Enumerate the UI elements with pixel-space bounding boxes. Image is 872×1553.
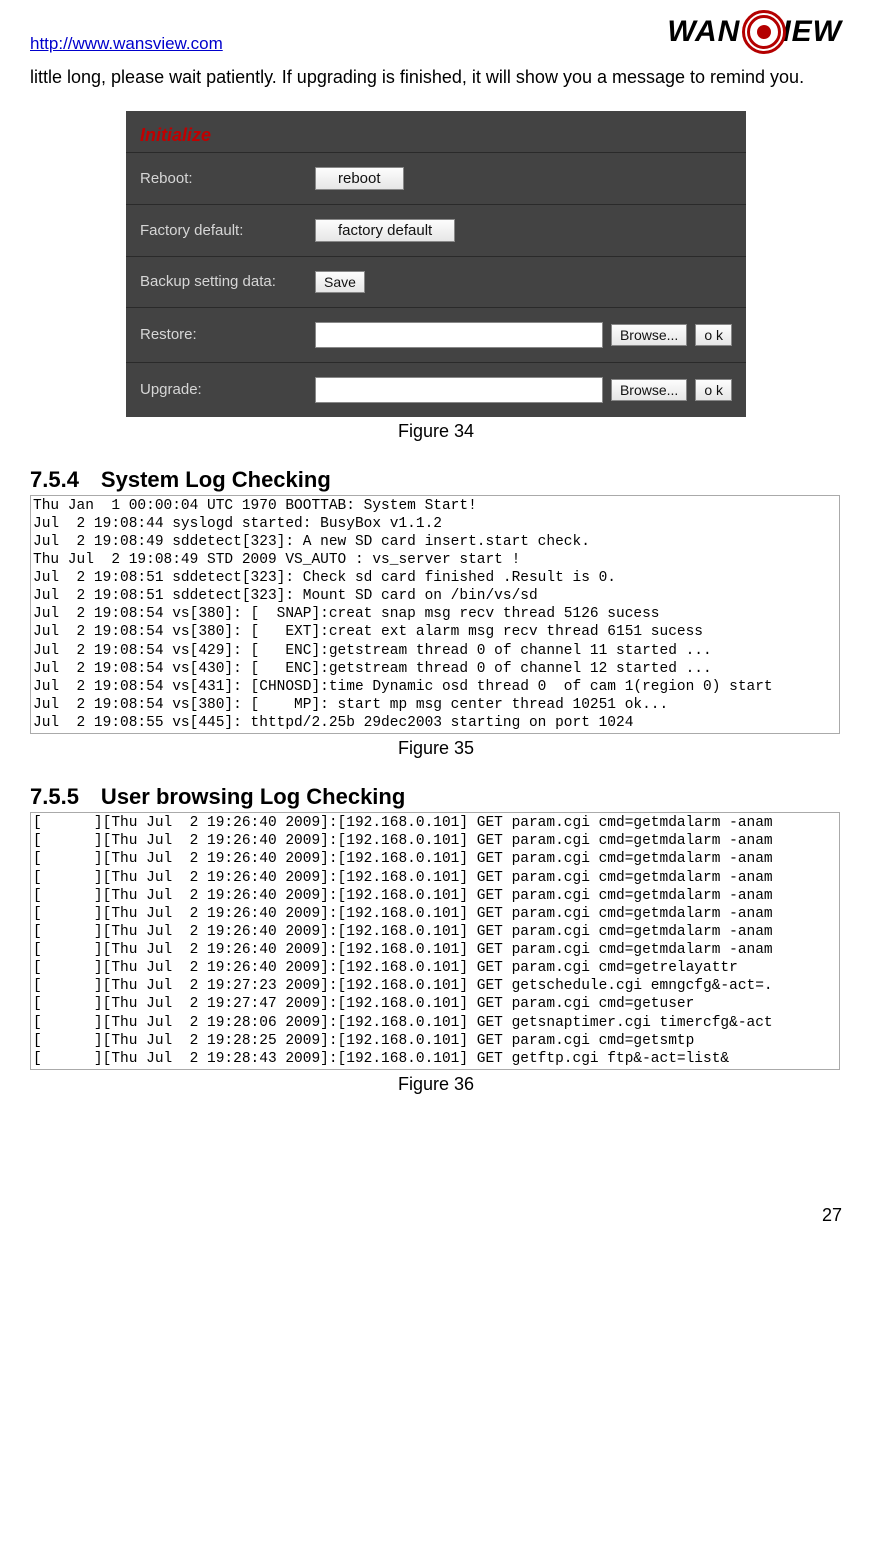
factory-default-label: Factory default:	[140, 222, 315, 239]
logo-text-left: WAN	[667, 15, 740, 49]
upgrade-browse-button[interactable]: Browse...	[611, 379, 687, 401]
intro-paragraph: little long, please wait patiently. If u…	[30, 62, 842, 93]
upgrade-label: Upgrade:	[140, 381, 315, 398]
logo-swirl-icon	[742, 10, 786, 54]
panel-title: Initialize	[140, 125, 211, 146]
figure-34-caption: Figure 34	[30, 421, 842, 442]
upgrade-file-input[interactable]	[315, 377, 603, 403]
initialize-panel-screenshot: Initialize Reboot: reboot Factory defaul…	[126, 111, 746, 417]
logo-text-right: IEW	[782, 15, 842, 49]
restore-browse-button[interactable]: Browse...	[611, 324, 687, 346]
header-url-link[interactable]: http://www.wansview.com	[30, 34, 223, 54]
section-755-heading: 7.5.5 User browsing Log Checking	[30, 784, 842, 810]
figure-35-caption: Figure 35	[30, 738, 842, 759]
reboot-label: Reboot:	[140, 170, 315, 187]
backup-label: Backup setting data:	[140, 273, 315, 290]
user-browsing-log-output: [ ][Thu Jul 2 19:26:40 2009]:[192.168.0.…	[30, 812, 840, 1070]
restore-ok-button[interactable]: o k	[695, 324, 732, 346]
page-number: 27	[30, 1205, 842, 1226]
section-754-heading: 7.5.4 System Log Checking	[30, 467, 842, 493]
figure-36-caption: Figure 36	[30, 1074, 842, 1095]
upgrade-ok-button[interactable]: o k	[695, 379, 732, 401]
reboot-button[interactable]: reboot	[315, 167, 404, 190]
restore-file-input[interactable]	[315, 322, 603, 348]
save-button[interactable]: Save	[315, 271, 365, 293]
brand-logo: WAN IEW	[667, 10, 842, 54]
factory-default-button[interactable]: factory default	[315, 219, 455, 242]
restore-label: Restore:	[140, 326, 315, 343]
system-log-output: Thu Jan 1 00:00:04 UTC 1970 BOOTTAB: Sys…	[30, 495, 840, 735]
